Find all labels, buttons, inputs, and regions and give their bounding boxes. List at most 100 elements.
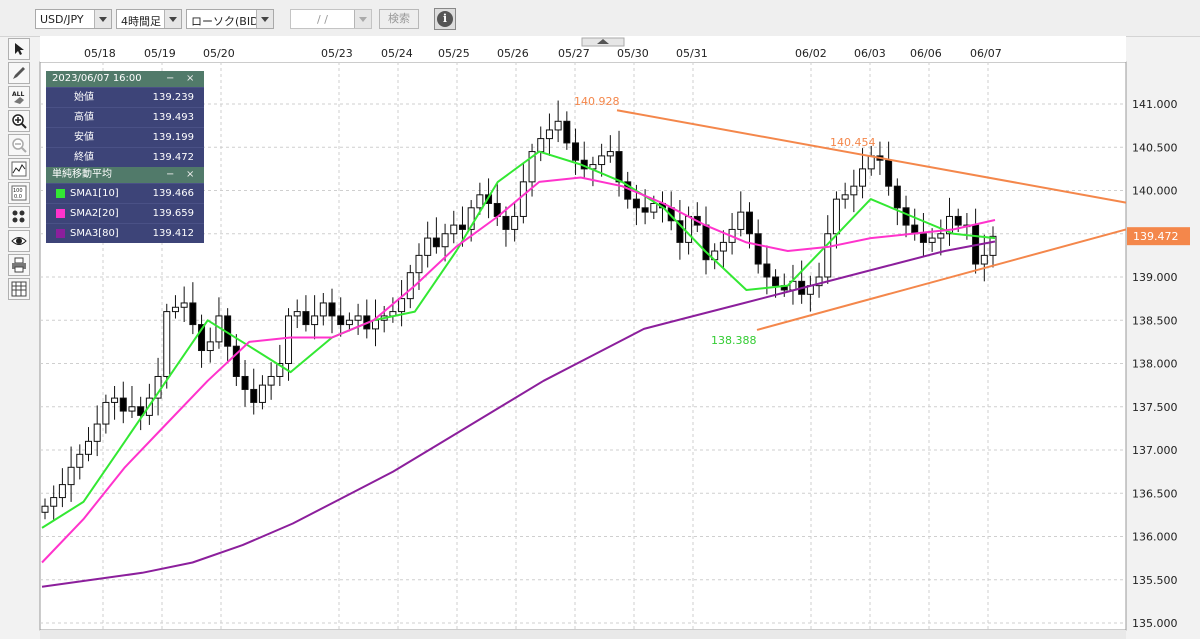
- ohlc-label: 終値: [74, 152, 94, 163]
- minimize-icon[interactable]: −: [166, 167, 174, 183]
- candle-body-up: [319, 302, 327, 317]
- price-tick-label: 139.000: [1132, 271, 1178, 284]
- current-price-label: 139.472: [1133, 230, 1179, 243]
- date-tick-label: 06/03: [854, 47, 886, 60]
- candle-body-up: [824, 233, 832, 278]
- price-tick-label: 138.500: [1132, 314, 1178, 327]
- candle-body-up: [989, 235, 997, 256]
- price-annotation: 140.928: [574, 95, 620, 108]
- candle-body-down: [572, 142, 580, 161]
- ohlc-value: 139.199: [152, 132, 194, 143]
- sma3-row: SMA3[80] 139.412: [46, 223, 204, 243]
- candle-body-up: [354, 315, 362, 321]
- candle-body-up: [859, 168, 867, 187]
- sma1-row: SMA1[10] 139.466: [46, 183, 204, 203]
- candle-body-up: [928, 237, 936, 243]
- candle-body-down: [615, 151, 623, 183]
- candle-body-up: [832, 198, 840, 235]
- candle-body-up: [545, 129, 553, 140]
- close-icon[interactable]: ×: [186, 167, 194, 183]
- current-price-marker: 139.472: [1127, 227, 1190, 246]
- candle-body-up: [267, 375, 275, 386]
- candle-body-up: [841, 194, 849, 200]
- sma3-swatch: [56, 229, 65, 238]
- candle-body-up: [685, 215, 693, 243]
- sma-label: SMA1[10]: [70, 188, 119, 199]
- candle-body-down: [754, 233, 762, 265]
- candle-body-up: [345, 319, 353, 326]
- candle-body-up: [258, 384, 266, 403]
- candle-body-up: [980, 254, 988, 265]
- ohlc-low-row: 安値 139.199: [46, 127, 204, 147]
- sma-title: 単純移動平均: [52, 169, 112, 180]
- candle-body-down: [763, 263, 771, 278]
- candle-body-up: [719, 241, 727, 252]
- candle-body-up: [93, 423, 101, 442]
- ohlc-close-row: 終値 139.472: [46, 147, 204, 167]
- candle-body-down: [337, 315, 345, 326]
- candle-body-down: [458, 224, 466, 230]
- ohlc-value: 139.472: [152, 152, 194, 163]
- candle-body-down: [893, 185, 901, 209]
- candle-body-down: [302, 311, 310, 326]
- candle-body-up: [67, 466, 75, 486]
- date-tick-label: 05/19: [144, 47, 176, 60]
- info-panel-header: 2023/06/07 16:00 − ×: [46, 71, 204, 87]
- candle-body-up: [867, 155, 875, 170]
- date-tick-label: 05/18: [84, 47, 116, 60]
- price-tick-label: 138.000: [1132, 358, 1178, 371]
- price-tick-label: 140.500: [1132, 141, 1178, 154]
- candle-body-up: [937, 233, 945, 239]
- price-tick-label: 136.000: [1132, 531, 1178, 544]
- candle-body-up: [519, 181, 527, 217]
- candle-body-up: [737, 211, 745, 230]
- candle-body-up: [180, 302, 188, 308]
- candle-body-up: [511, 215, 519, 230]
- candle-body-up: [598, 155, 606, 166]
- sma-value: 139.466: [152, 188, 194, 199]
- date-tick-label: 06/07: [970, 47, 1002, 60]
- candle-body-down: [432, 237, 440, 248]
- candle-body-down: [745, 211, 753, 235]
- close-icon[interactable]: ×: [186, 71, 194, 87]
- price-tick-label: 135.500: [1132, 574, 1178, 587]
- date-tick-label: 05/23: [321, 47, 353, 60]
- minimize-icon[interactable]: −: [166, 71, 174, 87]
- candle-body-up: [50, 497, 58, 507]
- date-tick-label: 05/24: [381, 47, 413, 60]
- candle-body-down: [250, 388, 258, 403]
- candle-body-down: [563, 120, 571, 144]
- date-tick-label: 06/06: [910, 47, 942, 60]
- candle-body-up: [450, 224, 458, 235]
- candle-body-up: [128, 406, 136, 412]
- sma-panel-header: 単純移動平均 − ×: [46, 167, 204, 183]
- horizontal-scrollbar[interactable]: [40, 630, 1126, 639]
- sma-label: SMA2[20]: [70, 208, 119, 219]
- candle-body-up: [206, 341, 214, 352]
- date-tick-label: 05/31: [676, 47, 708, 60]
- candle-body-up: [285, 315, 293, 364]
- sma-label: SMA3[80]: [70, 228, 119, 239]
- candle-body-down: [632, 198, 640, 209]
- ohlc-value: 139.239: [152, 92, 194, 103]
- candle-body-up: [171, 306, 179, 313]
- candle-body-up: [293, 311, 301, 317]
- date-tick-label: 05/25: [438, 47, 470, 60]
- candle-body-up: [398, 298, 406, 313]
- candle-body-up: [76, 453, 84, 468]
- candle-body-up: [406, 272, 414, 300]
- date-tick-label: 05/26: [497, 47, 529, 60]
- candle-body-up: [415, 254, 423, 274]
- candle-body-down: [772, 276, 780, 287]
- candle-body-up: [371, 319, 379, 330]
- candle-body-down: [919, 233, 927, 243]
- price-tick-label: 135.000: [1132, 617, 1178, 630]
- candle-body-up: [441, 233, 449, 248]
- price-axis: 141.000140.500140.000139.500139.000138.5…: [1132, 98, 1178, 630]
- price-tick-label: 141.000: [1132, 98, 1178, 111]
- price-tick-label: 140.000: [1132, 185, 1178, 198]
- date-tick-label: 05/30: [617, 47, 649, 60]
- sma-value: 139.659: [152, 208, 194, 219]
- candle-body-up: [850, 185, 858, 196]
- date-tick-label: 05/27: [558, 47, 590, 60]
